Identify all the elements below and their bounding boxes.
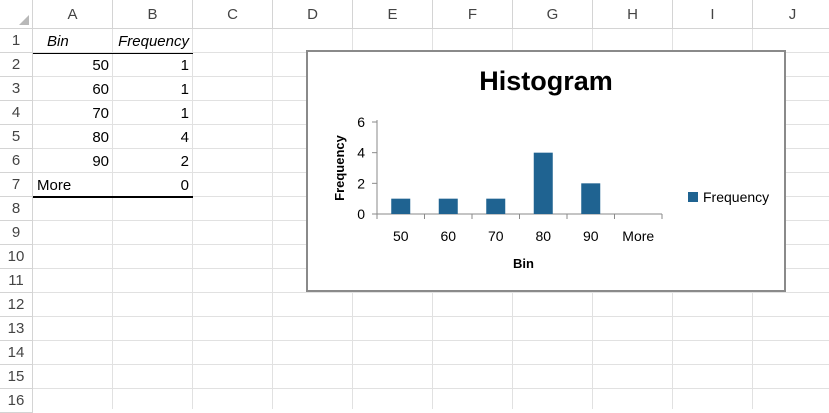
row-header-11[interactable]: 11 xyxy=(0,269,33,293)
select-all-corner[interactable] xyxy=(0,0,33,29)
row-header-13[interactable]: 13 xyxy=(0,317,33,341)
x-tick-label: 70 xyxy=(488,228,504,244)
cell-a4[interactable]: 70 xyxy=(33,101,113,125)
chart-plot: Frequency Bin 0 2 4 6 50 60 70 80 90 More xyxy=(332,114,663,271)
row-header-1[interactable]: 1 xyxy=(0,29,33,53)
column-header-b[interactable]: B xyxy=(113,0,193,29)
cell-b6[interactable]: 2 xyxy=(113,149,193,173)
y-tick-label: 4 xyxy=(357,145,365,161)
column-header-h[interactable]: H xyxy=(593,0,673,29)
y-tick-label: 0 xyxy=(357,206,365,222)
cell-a7[interactable]: More xyxy=(33,173,113,197)
bar-60[interactable] xyxy=(438,198,458,214)
legend-label: Frequency xyxy=(703,189,770,205)
column-header-i[interactable]: I xyxy=(673,0,753,29)
column-header-j[interactable]: J xyxy=(753,0,829,29)
column-header-a[interactable]: A xyxy=(33,0,113,29)
y-axis-title: Frequency xyxy=(332,134,347,201)
select-all-icon xyxy=(19,15,29,25)
table-bottom-border xyxy=(33,196,193,198)
row-header-2[interactable]: 2 xyxy=(0,53,33,77)
x-tick-label: 60 xyxy=(440,228,456,244)
row-header-16[interactable]: 16 xyxy=(0,389,33,413)
x-axis-title: Bin xyxy=(513,256,534,271)
column-header-g[interactable]: G xyxy=(513,0,593,29)
x-tick-label: 80 xyxy=(535,228,551,244)
cell-b1-frequency-header[interactable]: Frequency xyxy=(113,29,193,53)
row-header-12[interactable]: 12 xyxy=(0,293,33,317)
cell-a1-bin-header[interactable]: Bin xyxy=(33,29,113,53)
x-tick-label: 90 xyxy=(583,228,599,244)
row-header-6[interactable]: 6 xyxy=(0,149,33,173)
row-headers: 1 2 3 4 5 6 7 8 9 10 11 12 13 14 15 16 xyxy=(0,29,33,413)
y-tick-label: 6 xyxy=(357,114,365,130)
row-header-14[interactable]: 14 xyxy=(0,341,33,365)
row-header-9[interactable]: 9 xyxy=(0,221,33,245)
column-headers: A B C D E F G H I J xyxy=(33,0,829,29)
column-header-e[interactable]: E xyxy=(353,0,433,29)
table-top-border xyxy=(33,53,193,54)
cell-b7[interactable]: 0 xyxy=(113,173,193,197)
bar-90[interactable] xyxy=(581,183,601,214)
bar-50[interactable] xyxy=(391,198,411,214)
row-header-7[interactable]: 7 xyxy=(0,173,33,197)
cell-b3[interactable]: 1 xyxy=(113,77,193,101)
y-tick-label: 2 xyxy=(357,175,365,191)
row-header-8[interactable]: 8 xyxy=(0,197,33,221)
cell-a3[interactable]: 60 xyxy=(33,77,113,101)
row-header-15[interactable]: 15 xyxy=(0,365,33,389)
cell-b2[interactable]: 1 xyxy=(113,53,193,77)
chart-legend[interactable]: Frequency xyxy=(688,189,769,205)
column-header-d[interactable]: D xyxy=(273,0,353,29)
spreadsheet[interactable]: A B C D E F G H I J 1 2 3 4 5 6 7 8 9 10… xyxy=(0,0,829,413)
histogram-chart[interactable]: Histogram Frequency Bin 0 2 4 6 50 60 70 80 90 Mo… xyxy=(306,50,786,292)
x-tick-label: More xyxy=(622,228,654,244)
bar-70[interactable] xyxy=(486,198,506,214)
cell-b4[interactable]: 1 xyxy=(113,101,193,125)
row-header-5[interactable]: 5 xyxy=(0,125,33,149)
row-header-10[interactable]: 10 xyxy=(0,245,33,269)
legend-swatch xyxy=(688,192,698,202)
column-header-f[interactable]: F xyxy=(433,0,513,29)
cell-a5[interactable]: 80 xyxy=(33,125,113,149)
cell-a2[interactable]: 50 xyxy=(33,53,113,77)
x-tick-label: 50 xyxy=(393,228,409,244)
column-header-c[interactable]: C xyxy=(193,0,273,29)
cell-b5[interactable]: 4 xyxy=(113,125,193,149)
cell-a6[interactable]: 90 xyxy=(33,149,113,173)
bar-80[interactable] xyxy=(533,152,553,214)
row-header-3[interactable]: 3 xyxy=(0,77,33,101)
row-header-4[interactable]: 4 xyxy=(0,101,33,125)
